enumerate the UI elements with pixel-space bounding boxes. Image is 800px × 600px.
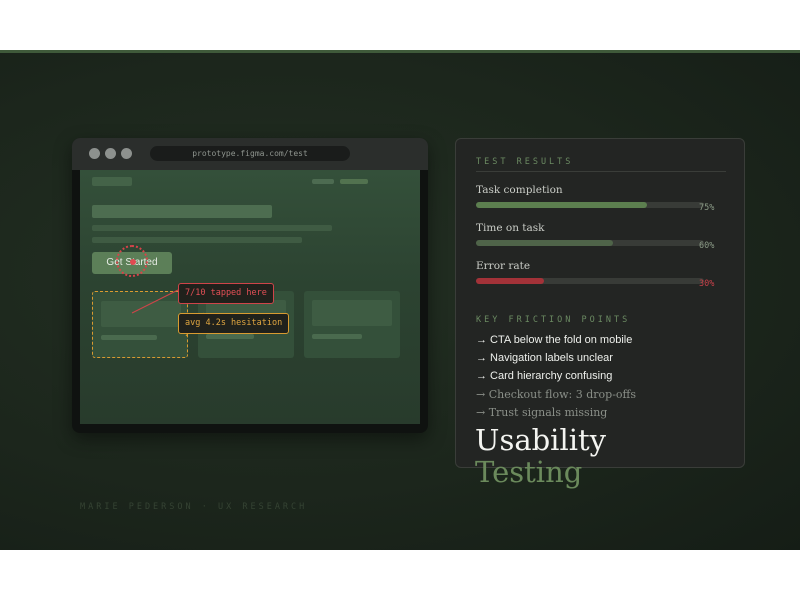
tap-point-marker	[130, 259, 136, 265]
slide: prototype.figma.com/test Get Started 7/1…	[0, 50, 800, 550]
test-results-panel: TEST RESULTS Task completion 75% Time on…	[455, 138, 745, 468]
metric-fill-task-completion	[476, 202, 647, 208]
friction-point-item: → CTA below the fold on mobile	[476, 334, 633, 346]
feature-card[interactable]	[92, 291, 188, 358]
metric-value-time-on-task: 60%	[699, 241, 715, 251]
browser-toolbar: prototype.figma.com/test	[72, 138, 428, 170]
friction-point-item: → Card hierarchy confusing	[476, 370, 613, 382]
metric-fill-time-on-task	[476, 240, 613, 246]
friction-point-item: → Navigation labels unclear	[476, 352, 613, 364]
address-bar[interactable]: prototype.figma.com/test	[150, 146, 350, 161]
metric-value-task-completion: 75%	[699, 203, 715, 213]
card-image-placeholder	[312, 300, 392, 326]
card-text-placeholder	[206, 334, 254, 339]
logo-placeholder	[92, 177, 132, 186]
window-maximize-dot[interactable]	[121, 148, 132, 159]
metric-fill-error-rate	[476, 278, 545, 284]
hero-text-placeholder	[92, 237, 302, 243]
metric-label-task-completion: Task completion	[476, 184, 563, 196]
card-text-placeholder	[101, 335, 157, 340]
test-results-heading: TEST RESULTS	[476, 157, 574, 167]
metric-track-time-on-task	[476, 240, 704, 246]
author-credit: MARIE PEDERSON · UX RESEARCH	[80, 502, 308, 512]
hero-heading-placeholder	[92, 205, 272, 218]
metric-track-error-rate	[476, 278, 704, 284]
window-close-dot[interactable]	[89, 148, 100, 159]
card-text-placeholder	[312, 334, 362, 339]
metric-value-error-rate: 30%	[699, 279, 715, 289]
section-divider	[476, 171, 726, 172]
friction-point-item: → Trust signals missing	[476, 406, 608, 419]
feature-card[interactable]	[304, 291, 400, 358]
slide-title-line-2: Testing	[475, 455, 583, 489]
metric-label-time-on-task: Time on task	[476, 222, 545, 234]
prototype-browser-window: prototype.figma.com/test Get Started 7/1…	[72, 138, 428, 433]
nav-placeholder	[312, 179, 334, 184]
metric-track-task-completion	[476, 202, 704, 208]
nav-placeholder	[340, 179, 368, 184]
friction-points-heading: KEY FRICTION POINTS	[476, 315, 631, 325]
window-minimize-dot[interactable]	[105, 148, 116, 159]
slide-title-line-1: Usability	[475, 423, 607, 457]
metric-label-error-rate: Error rate	[476, 260, 531, 272]
card-image-placeholder	[101, 301, 181, 327]
tap-count-callout: 7/10 tapped here	[178, 283, 274, 304]
hero-text-placeholder	[92, 225, 332, 231]
friction-point-item: → Checkout flow: 3 drop-offs	[476, 388, 637, 401]
hesitation-callout: avg 4.2s hesitation	[178, 313, 290, 334]
